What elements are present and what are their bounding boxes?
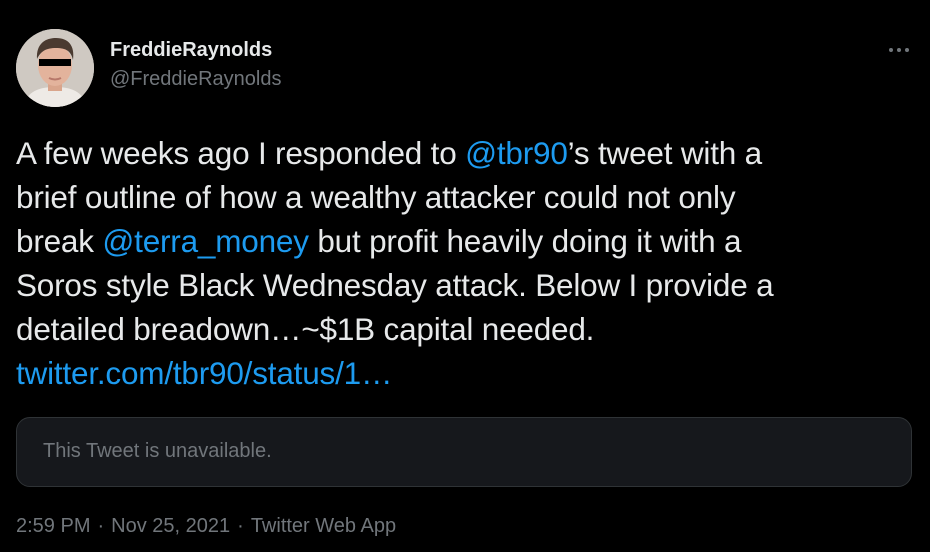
author-block: FreddieRaynolds @FreddieRaynolds bbox=[110, 37, 282, 92]
tweet-text-segment: Soros style Black Wednesday attack. Belo… bbox=[16, 267, 774, 303]
tweet-text-segment: detailed breadown…~$1B capital needed. bbox=[16, 311, 595, 347]
tweet-metadata: 2:59 PM · Nov 25, 2021 · Twitter Web App bbox=[16, 515, 396, 538]
tweet-text-segment: break bbox=[16, 223, 103, 259]
separator: · bbox=[97, 515, 105, 537]
avatar[interactable] bbox=[16, 29, 94, 107]
profile-photo-icon bbox=[16, 29, 94, 107]
tweet-text-line: brief outline of how a wealthy attacker … bbox=[16, 175, 921, 219]
tweet-text-segment: brief outline of how a wealthy attacker … bbox=[16, 179, 736, 215]
ellipsis-icon bbox=[887, 48, 911, 52]
tweet-text-line: break @terra_money but profit heavily do… bbox=[16, 219, 921, 263]
mention-link[interactable]: @tbr90 bbox=[465, 135, 568, 171]
tweet-time[interactable]: 2:59 PM bbox=[16, 515, 90, 537]
url-link[interactable]: twitter.com/tbr90/status/1… bbox=[16, 355, 392, 391]
author-handle[interactable]: @FreddieRaynolds bbox=[110, 66, 282, 92]
mention-link[interactable]: @terra_money bbox=[102, 223, 309, 259]
tweet-text-segment: A few weeks ago I responded to bbox=[16, 135, 466, 171]
tweet: FreddieRaynolds @FreddieRaynolds A few w… bbox=[0, 0, 930, 552]
tweet-text-segment: ’s tweet with a bbox=[567, 135, 762, 171]
tweet-text: A few weeks ago I responded to @tbr90’s … bbox=[16, 131, 921, 395]
tweet-date[interactable]: Nov 25, 2021 bbox=[111, 515, 230, 537]
tweet-text-segment: but profit heavily doing it with a bbox=[308, 223, 742, 259]
quoted-tweet-unavailable-text: This Tweet is unavailable. bbox=[43, 440, 272, 462]
quoted-tweet-card[interactable]: This Tweet is unavailable. bbox=[16, 417, 912, 487]
tweet-source[interactable]: Twitter Web App bbox=[251, 515, 396, 537]
separator: · bbox=[237, 515, 244, 537]
tweet-text-line: twitter.com/tbr90/status/1… bbox=[16, 351, 921, 395]
more-options-button[interactable] bbox=[882, 38, 916, 62]
tweet-text-line: detailed breadown…~$1B capital needed. bbox=[16, 307, 921, 351]
tweet-text-line: Soros style Black Wednesday attack. Belo… bbox=[16, 263, 921, 307]
author-display-name[interactable]: FreddieRaynolds bbox=[110, 37, 282, 63]
tweet-text-line: A few weeks ago I responded to @tbr90’s … bbox=[16, 131, 921, 175]
